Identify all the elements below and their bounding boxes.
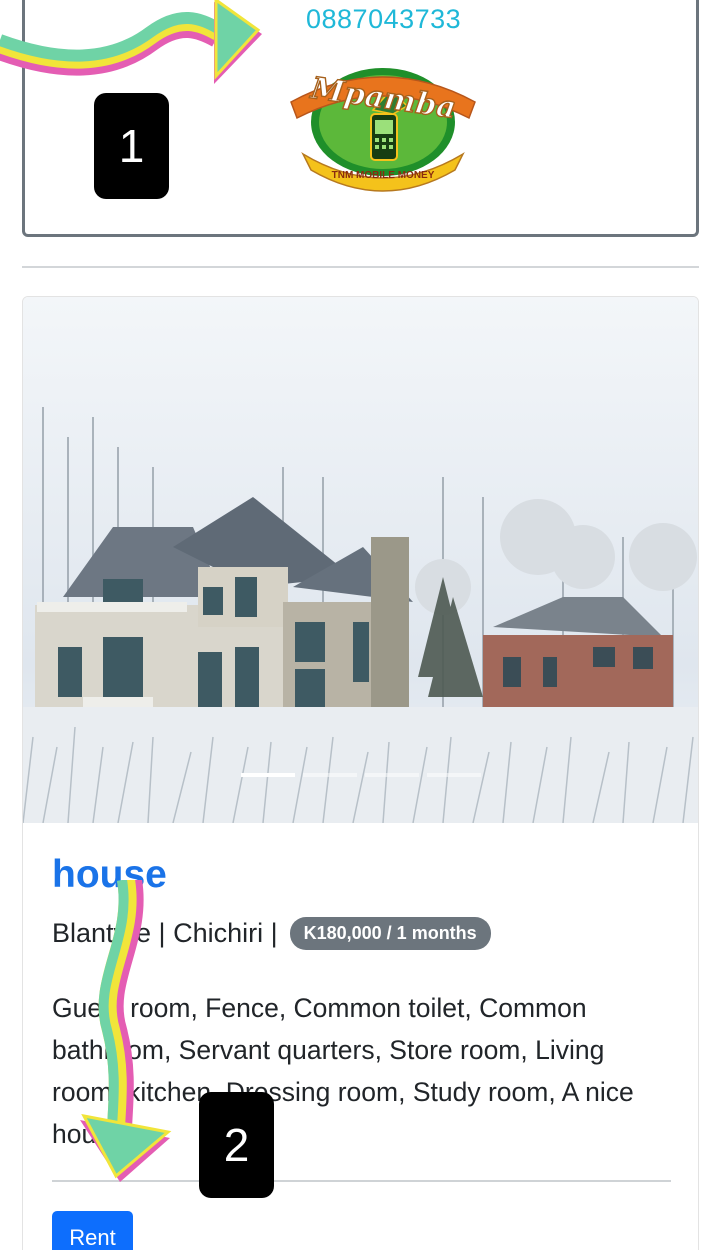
carousel-indicator[interactable] [427, 773, 481, 777]
card-divider [52, 1180, 671, 1182]
payment-phone-number: 0887043733 [306, 4, 462, 34]
carousel-indicators [241, 773, 481, 777]
carousel-indicator[interactable] [303, 773, 357, 777]
mpamba-logo-tagline: TNM MOBILE MONEY [332, 170, 435, 181]
step-marker-1: 1 [94, 93, 169, 199]
listing-description: Guest room, Fence, Common toilet, Common… [52, 993, 634, 1149]
listing-card: house Blantyre | Chichiri | K180,000 / 1… [22, 296, 699, 1250]
listing-location-line: Blantyre | Chichiri | K180,000 / 1 month… [52, 917, 491, 950]
carousel-indicator[interactable] [365, 773, 419, 777]
listing-location: Blantyre | Chichiri | [52, 918, 278, 948]
listing-title[interactable]: house [52, 853, 167, 897]
rent-button[interactable]: Rent [52, 1211, 133, 1250]
price-badge: K180,000 / 1 months [289, 917, 491, 950]
mpamba-logo: Mpamba TNM MOBILE MONEY [290, 68, 476, 192]
section-divider [22, 266, 699, 268]
step-marker-2: 2 [199, 1092, 274, 1198]
carousel-indicator[interactable] [241, 773, 295, 777]
listing-photo-carousel[interactable] [23, 297, 699, 823]
